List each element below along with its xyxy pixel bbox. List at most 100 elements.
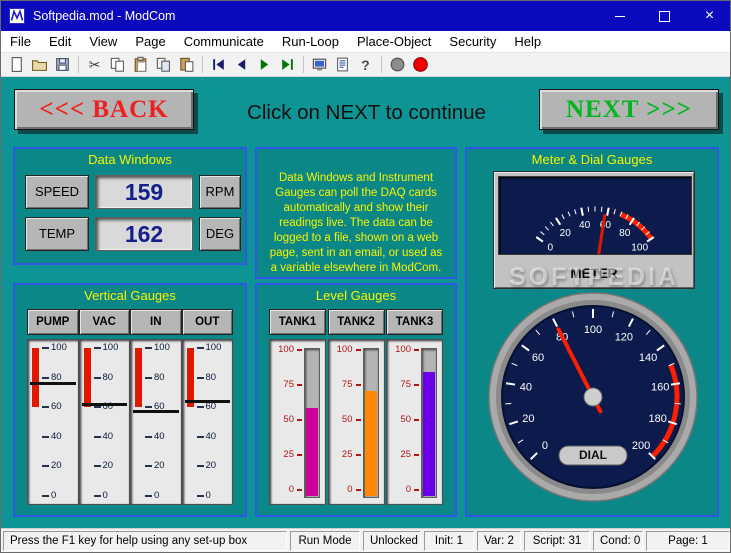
tick-mark <box>145 465 152 468</box>
tick-mark <box>297 349 302 351</box>
tick-label: 100 <box>205 342 222 353</box>
menu-view[interactable]: View <box>80 31 126 52</box>
last-button[interactable] <box>276 54 299 76</box>
report-button[interactable] <box>331 54 354 76</box>
vertical-gauge-pump: PUMP 100 80 60 40 20 0 <box>27 309 79 505</box>
tick-label: 40 <box>205 430 217 442</box>
level-gauges-body: TANK1 100 75 50 25 0 TANK2 100 75 50 25 0 TANK3 100 75… <box>269 309 443 505</box>
paste-button[interactable] <box>129 54 152 76</box>
temp-display[interactable]: 162 <box>95 217 193 251</box>
svg-text:✂: ✂ <box>89 56 101 72</box>
paste-icon <box>134 56 147 72</box>
menu-page[interactable]: Page <box>126 31 174 52</box>
menu-run-loop[interactable]: Run-Loop <box>273 31 348 52</box>
tick-mark <box>93 376 101 379</box>
copy-page-button[interactable] <box>152 54 175 76</box>
meter-dial-panel: Meter & Dial Gauges 0 20 40 60 80 100 METER S… <box>465 147 719 517</box>
tick-mark <box>414 489 419 491</box>
open-button[interactable] <box>28 54 51 76</box>
vertical-gauge-track[interactable]: 100 80 60 40 20 0 <box>78 339 130 505</box>
svg-text:0: 0 <box>547 242 553 253</box>
menu-bar: File Edit View Page Communicate Run-Loop Place… <box>1 31 730 53</box>
tick-label: 80 <box>102 371 114 383</box>
vertical-gauge-track[interactable]: 100 80 60 40 20 0 <box>181 339 233 505</box>
gauge-pointer[interactable] <box>184 399 230 403</box>
back-button[interactable]: <<< BACK <box>14 89 194 130</box>
svg-text:20: 20 <box>522 413 534 425</box>
status-segment-var-2: Var: 2 <box>477 531 521 551</box>
first-icon <box>213 59 224 70</box>
gauge-pointer[interactable] <box>133 410 179 414</box>
minimize-icon <box>614 15 625 17</box>
vertical-gauge-vac: VAC 100 80 60 40 20 0 <box>78 309 130 505</box>
cut-button[interactable]: ✂ <box>83 54 106 76</box>
status-segment-script-31: Script: 31 <box>524 531 590 551</box>
vertical-gauge-track[interactable]: 100 80 60 40 20 0 <box>27 339 79 505</box>
menu-security[interactable]: Security <box>440 31 505 52</box>
stop-button[interactable] <box>386 54 409 76</box>
copy-icon <box>110 57 124 72</box>
svg-text:120: 120 <box>615 331 633 343</box>
level-gauge-track[interactable]: 100 75 50 25 0 <box>386 339 443 505</box>
gauge-pointer[interactable] <box>30 382 76 386</box>
tick-label: 25 <box>341 449 353 460</box>
tick-mark <box>42 495 49 497</box>
tick-mark <box>196 406 204 409</box>
level-gauges-panel: Level Gauges TANK1 100 75 50 25 0 TANK2 100 75 50… <box>255 283 457 517</box>
gauge-pointer[interactable] <box>81 402 127 406</box>
level-gauge-track[interactable]: 100 75 50 25 0 <box>327 339 385 505</box>
next-icon <box>260 59 269 70</box>
temp-row: TEMP 162 DEG <box>15 217 245 251</box>
level-gauge-track[interactable]: 100 75 50 25 0 <box>269 339 326 505</box>
tick-mark <box>355 349 361 351</box>
fill-track <box>421 348 437 498</box>
vertical-gauges-title: Vertical Gauges <box>84 288 176 303</box>
tick-label: 75 <box>341 379 353 390</box>
minimize-button[interactable] <box>597 1 642 31</box>
speed-display[interactable]: 159 <box>95 175 193 209</box>
tick-mark <box>414 454 419 456</box>
display-button[interactable] <box>308 54 331 76</box>
menu-file[interactable]: File <box>1 31 40 52</box>
new-button[interactable] <box>5 54 28 76</box>
next-button[interactable]: NEXT >>> <box>539 89 719 130</box>
help-button[interactable]: ? <box>354 54 377 76</box>
gauge-label: TANK1 <box>269 309 326 335</box>
red-zone <box>186 348 194 408</box>
menu-help[interactable]: Help <box>505 31 550 52</box>
previous-button[interactable] <box>230 54 253 76</box>
svg-text:40: 40 <box>579 220 591 231</box>
tick-label: 0 <box>154 490 160 501</box>
tick-mark <box>42 347 49 349</box>
paste-page-button[interactable] <box>175 54 198 76</box>
maximize-button[interactable] <box>642 1 687 31</box>
tick-mark <box>145 347 152 349</box>
tick-mark <box>414 384 419 386</box>
menu-edit[interactable]: Edit <box>40 31 80 52</box>
menu-place-object[interactable]: Place-Object <box>348 31 440 52</box>
tick-mark <box>93 406 101 409</box>
toolbar-separator <box>303 56 304 73</box>
vertical-gauges-body: PUMP 100 80 60 40 20 0 VAC 100 80 60 40 20 0 IN 100 80 60… <box>27 309 233 505</box>
tick-label: 80 <box>205 371 217 383</box>
copy-button[interactable] <box>106 54 129 76</box>
fill-track <box>304 348 320 498</box>
tick-label: 40 <box>102 430 114 442</box>
gauge-label: PUMP <box>27 309 79 335</box>
svg-text:200: 200 <box>632 440 650 452</box>
menu-communicate[interactable]: Communicate <box>175 31 273 52</box>
tick-mark <box>297 419 302 421</box>
save-button[interactable] <box>51 54 74 76</box>
next-button[interactable] <box>253 54 276 76</box>
dial-gauge[interactable]: 020406080100120140160180200DIAL <box>485 289 701 505</box>
first-button[interactable] <box>207 54 230 76</box>
tick-mark <box>93 495 101 497</box>
tick-label: 75 <box>283 379 294 390</box>
record-button[interactable] <box>409 54 432 76</box>
close-button[interactable]: × <box>687 1 730 31</box>
svg-text:DIAL: DIAL <box>579 448 607 462</box>
tick-label: 0 <box>102 490 108 501</box>
vertical-gauge-track[interactable]: 100 80 60 40 20 0 <box>130 339 182 505</box>
meter-gauge[interactable]: 0 20 40 60 80 100 METER <box>493 171 695 289</box>
toolbar-separator <box>202 56 203 73</box>
